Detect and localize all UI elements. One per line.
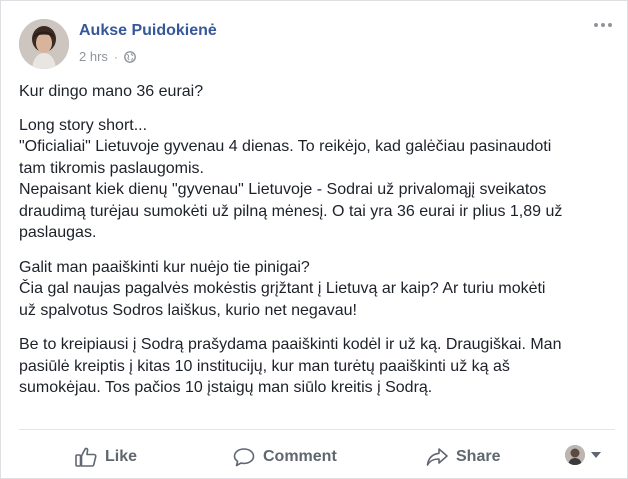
comment-icon: [233, 448, 255, 467]
comment-button[interactable]: Comment: [233, 437, 337, 477]
comment-label: Comment: [263, 448, 337, 465]
globe-icon[interactable]: [124, 50, 136, 63]
user-avatar-photo: [565, 445, 585, 465]
actions-divider: [19, 429, 615, 430]
like-button[interactable]: Like: [75, 437, 137, 477]
post-line: draudimą turėjau sumokėti už pilną mėnes…: [19, 202, 563, 220]
post-line: paslaugas.: [19, 224, 97, 241]
like-label: Like: [105, 448, 138, 465]
share-button[interactable]: Share: [426, 437, 500, 477]
post-line: už spalvotus Sodros laiškus, kurio net n…: [19, 301, 357, 319]
thumbs-up-icon: [75, 447, 97, 467]
post-as-selector[interactable]: [565, 445, 601, 465]
facebook-post: Aukse Puidokienė 2 hrs · Kur dingo mano …: [0, 0, 628, 479]
post-line: pasiūlė kreiptis į kitas 10 institucijų,…: [19, 357, 510, 375]
post-actions-bar: Like Comment Share: [1, 437, 628, 477]
user-avatar: [565, 445, 585, 465]
post-paragraph-1: Kur dingo mano 36 eurai?: [19, 81, 615, 103]
post-line: Galit man paaiškinti kur nuėjo tie pinig…: [19, 258, 310, 276]
post-line: Be to kreipiausi į Sodrą prašydama paaiš…: [19, 336, 562, 353]
post-line: Kur dingo mano 36 eurai?: [19, 83, 204, 100]
post-timestamp[interactable]: 2 hrs: [79, 49, 108, 64]
chevron-down-icon: [591, 452, 601, 458]
author-avatar[interactable]: [19, 19, 69, 69]
share-label: Share: [456, 448, 501, 465]
post-line: sumokėjau. Tos pačios 10 įstaigų man siū…: [19, 379, 433, 396]
avatar-photo: [19, 19, 69, 69]
post-paragraph-3: Galit man paaiškinti kur nuėjo tie pinig…: [19, 257, 615, 322]
post-line: Čia gal naujas pagalvės mokėstis grįžtan…: [19, 280, 546, 297]
more-options-icon[interactable]: [594, 23, 612, 27]
post-meta: 2 hrs ·: [79, 49, 136, 64]
post-body: Kur dingo mano 36 eurai? Long story shor…: [19, 81, 615, 411]
post-line: Long story short...: [19, 116, 148, 134]
post-line: "Oficialiai" Lietuvoje gyvenau 4 dienas.…: [19, 138, 552, 155]
post-paragraph-4: Be to kreipiausi į Sodrą prašydama paaiš…: [19, 334, 615, 399]
post-line: tam tikromis paslaugomis.: [19, 159, 204, 177]
post-line: Nepaisant kiek dienų "gyvenau" Lietuvoje…: [19, 181, 547, 198]
share-arrow-icon: [426, 448, 448, 466]
post-paragraph-2: Long story short... "Oficialiai" Lietuvo…: [19, 115, 615, 244]
author-name[interactable]: Aukse Puidokienė: [79, 22, 217, 40]
meta-separator: ·: [113, 49, 118, 64]
